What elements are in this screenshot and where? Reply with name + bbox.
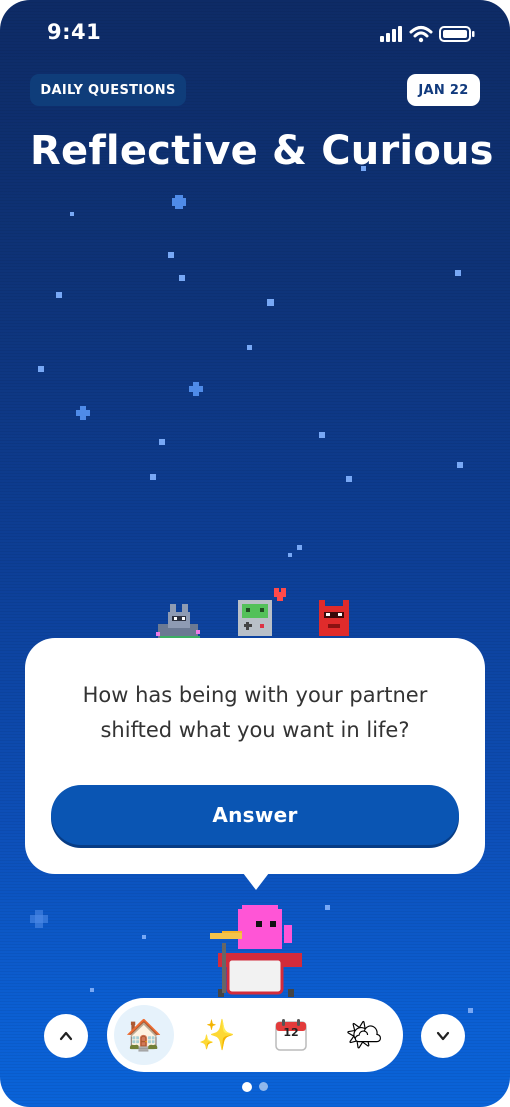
page-indicator [0,1082,510,1092]
status-bar: 9:41 [0,18,510,50]
question-text: How has being with your partner shifted … [82,683,428,742]
page-dot-2[interactable] [259,1082,268,1091]
question-card: How has being with your partner shifted … [25,638,485,890]
status-icons [380,24,480,48]
sparkles-icon: ✨ [198,1017,236,1053]
tab-calendar[interactable]: 12 [261,1005,321,1065]
date-badge: JAN 22 [407,74,480,106]
chevron-down-icon [436,1031,450,1041]
phone-screen: 9:41 DAILY QUESTIONS JAN 22 Reflective &… [0,0,510,1107]
page-title: Reflective & Curious [30,128,494,174]
cellular-signal-icon [380,26,402,42]
wifi-icon [409,26,433,38]
house-icon: 🏠 [125,1017,163,1053]
page-dot-1[interactable] [242,1082,252,1092]
handheld-console-character [238,588,286,636]
tab-sparkles[interactable]: ✨ [187,1005,247,1065]
category-badge: DAILY QUESTIONS [30,74,186,106]
answer-button[interactable]: Answer [51,785,459,845]
scroll-down-button[interactable] [421,1014,465,1058]
sun-behind-cloud-icon: 🌤 [344,1017,384,1053]
battery-icon [439,26,475,42]
raccoon-character [156,604,200,639]
scroll-up-button[interactable] [44,1014,88,1058]
red-devil-character [319,600,349,636]
tab-weather[interactable]: 🌤 [334,1005,394,1065]
pink-bird-drummer-character [210,905,302,997]
calendar-day-number: 12 [283,1026,299,1039]
status-time: 9:41 [47,20,102,44]
chevron-up-icon [59,1031,73,1041]
tab-bar: 🏠 ✨ 12 🌤 [107,998,403,1072]
tab-home[interactable]: 🏠 [114,1005,174,1065]
